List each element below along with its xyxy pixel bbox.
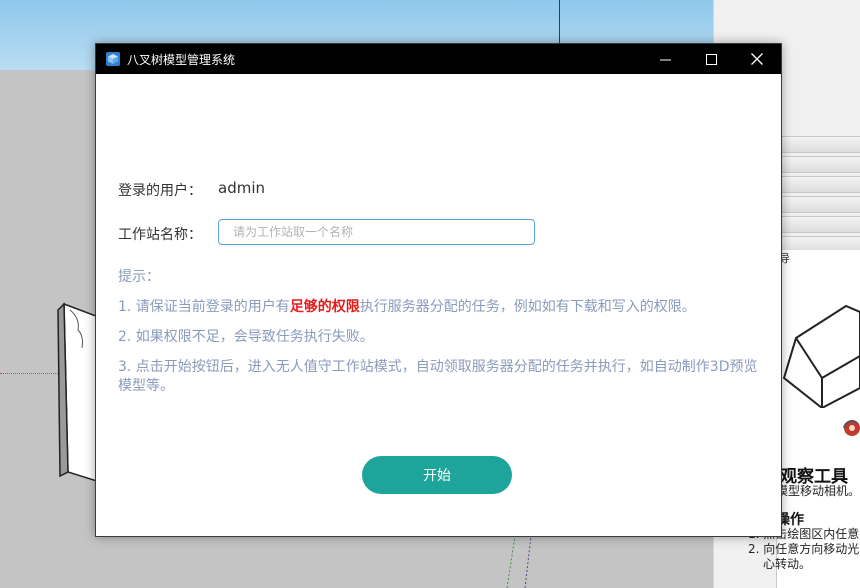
workstation-label: 工作站名称： [118,227,202,243]
start-button[interactable]: 开始 [362,456,512,494]
tip-2: 2. 如果权限不足，会导致任务执行失败。 [118,329,374,345]
maximize-icon [705,53,717,65]
window-title: 八叉树模型管理系统 [127,53,236,67]
close-button[interactable] [734,44,780,74]
tray-panel-header[interactable] [776,176,860,193]
title-bar[interactable]: 八叉树模型管理系统 [96,44,781,74]
tip-1-highlight: 足够的权限 [289,299,360,315]
green-axis-line [506,536,532,588]
login-dialog: 八叉树模型管理系统 登录的用户： admin 工作站名称： 提示： 1. 请保证… [95,43,782,537]
tips-title: 提示： [118,269,160,285]
tray-step: 心转动。 [763,557,812,571]
maximize-button[interactable] [688,44,734,74]
tip-3: 3. 点击开始按钮后，进入无人值守工作站模式，自动领取服务器分配的任务并执行，如… [118,359,758,394]
tray-tool-description: 模型移动相机。 [776,484,860,498]
minimize-icon [659,59,671,60]
house-illustration [782,304,860,408]
tray-panel-header[interactable] [776,216,860,233]
tip-1-text: 1. 请保证当前登录的用户有 [118,299,290,315]
tray-step: 2. 向任意方向移动光 [748,542,860,556]
workstation-name-input[interactable] [218,219,535,245]
blue-axis-line [559,0,560,44]
orbit-tool-icon [843,420,860,436]
cube-icon [106,52,120,66]
tip-1: 1. 请保证当前登录的用户有足够的权限执行服务器分配的任务，例如如有下载和写入的… [118,298,696,317]
tray-panel-header[interactable] [776,136,860,153]
3d-model-shape [57,302,100,483]
user-label: 登录的用户： [118,183,202,199]
tip-1-text-end: 执行服务器分配的任务，例如如有下载和写入的权限。 [359,299,696,315]
close-icon [751,53,763,65]
minimize-button[interactable] [642,44,688,74]
tray-panel-header[interactable] [776,196,860,213]
user-value: admin [218,179,265,197]
tray-panel-headers [776,136,860,256]
tray-panel-header[interactable] [776,156,860,173]
